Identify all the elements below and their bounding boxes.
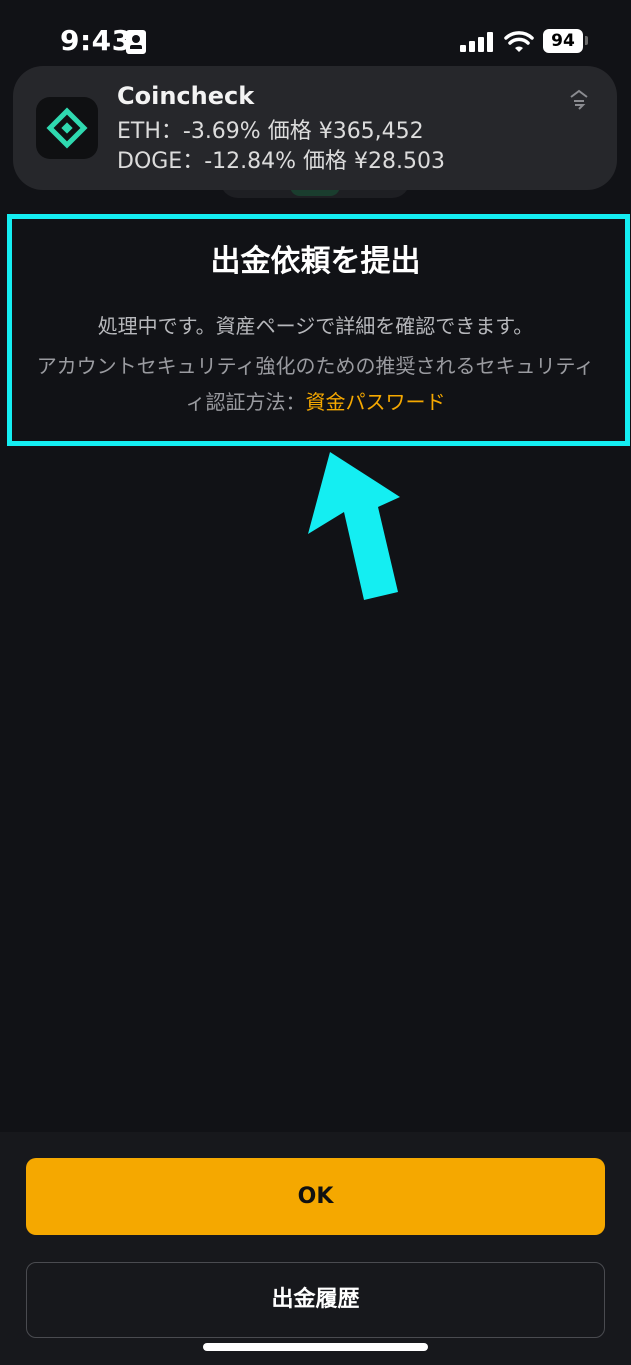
notification-time-sensitive-icon — [570, 89, 588, 110]
security-recommendation-line: アカウントセキュリティ強化のための推奨されるセキュリティ — [36, 354, 595, 378]
status-bar: 9:43 94 — [0, 0, 631, 70]
contact-card-icon — [126, 30, 146, 54]
notification-eth-line: ETH：-3.69% 価格 ¥365,452 — [117, 119, 424, 144]
coincheck-app-icon — [36, 97, 98, 159]
annotation-arrow-icon — [308, 452, 400, 600]
battery-cap — [585, 36, 588, 45]
wifi-icon — [504, 31, 534, 52]
push-notification[interactable]: Coincheck ETH：-3.69% 価格 ¥365,452 DOGE：-1… — [13, 66, 617, 190]
security-method-line: ィ認証方法：資金パスワード — [0, 386, 631, 415]
withdrawal-history-button[interactable]: 出金履歴 — [26, 1262, 605, 1338]
security-method-prefix: ィ認証方法： — [185, 390, 306, 414]
cellular-signal-icon — [460, 32, 493, 52]
fund-password-link[interactable]: 資金パスワード — [306, 390, 446, 414]
notification-app-name: Coincheck — [117, 82, 255, 110]
dialog-message: 処理中です。資産ページで詳細を確認できます。 — [97, 314, 534, 338]
dialog-title: 出金依頼を提出 — [210, 244, 421, 279]
home-indicator[interactable] — [203, 1343, 428, 1351]
battery-icon: 94 — [543, 29, 583, 53]
notification-doge-line: DOGE：-12.84% 価格 ¥28.503 — [117, 149, 445, 174]
status-time: 9:43 — [60, 24, 132, 57]
ok-button[interactable]: OK — [26, 1158, 605, 1235]
